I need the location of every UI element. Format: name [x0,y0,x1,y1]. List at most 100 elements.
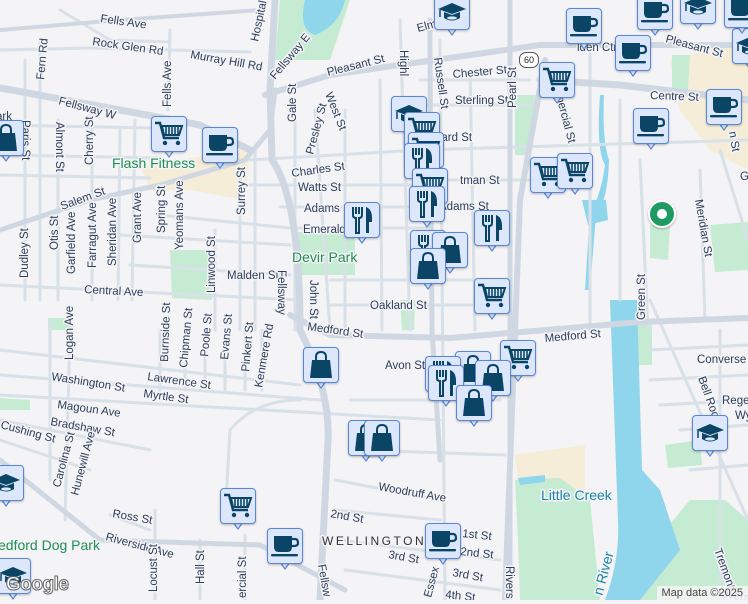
street-label: Riverside Ave [104,531,175,561]
street-label: John St [307,280,319,320]
street-label: Avon St [385,360,426,372]
coffee-marker[interactable] [637,0,673,40]
street-label: Hall St [195,549,207,584]
street-label: Gr [740,171,748,183]
fork-icon [409,186,445,222]
street-label: 2nd St [329,508,365,526]
route-60-shield: 60 [519,52,539,68]
fork-marker[interactable] [409,186,445,232]
street-label: Watts St [298,182,342,194]
cart-icon [539,62,575,98]
street-label: tman St [460,175,500,187]
coffee-icon [724,0,748,28]
street-label: Burnside St [159,301,173,362]
coffee-icon [267,528,303,564]
street-label: Spring St [156,185,168,233]
cart-icon [220,488,256,524]
street-label: Locust St [148,543,160,592]
cart-marker[interactable] [220,488,256,534]
street-label: Poole St [199,312,215,357]
fork-icon [344,202,380,238]
school-marker[interactable] [680,0,716,34]
street-label: Fellsway [275,270,287,315]
school-icon [0,465,24,501]
cart-icon [151,116,187,152]
coffee-marker[interactable] [615,35,651,81]
bag-marker[interactable] [364,420,400,466]
street-label: Fern Rd [35,38,51,80]
coffee-icon [425,523,461,559]
place-devir-park[interactable]: Devir Park [292,249,358,265]
map-attribution[interactable]: Map data ©2025 [657,586,748,600]
street-label: Oakland St [370,300,428,312]
coffee-icon [633,108,669,144]
coffee-marker[interactable] [633,108,669,154]
cart-marker[interactable] [474,278,510,324]
street-label: Logan Ave [64,306,76,360]
street-label: Converse Ave [697,354,748,366]
school-marker[interactable] [692,415,728,461]
bag-marker[interactable] [303,347,339,393]
coffee-icon [706,89,742,125]
street-label: Surrey St [236,166,248,215]
cart-marker[interactable] [151,116,187,162]
street-label: 3rd St [387,549,420,566]
street-label: Fells Ave [100,13,148,31]
street-label: Sterling St [455,95,509,107]
map-canvas[interactable]: Fells AveRock Glen RdMurray Hill RdHospi… [0,0,748,600]
street-label: Farragut Ave [87,202,99,268]
coffee-marker[interactable] [724,0,748,38]
cart-icon [557,153,593,189]
bag-icon [456,385,492,421]
cart-marker[interactable] [539,62,575,108]
fork-marker[interactable] [344,202,380,248]
school-icon [434,0,470,30]
street-label: Evans St [219,313,235,361]
street-label: Highl [397,50,409,76]
bag-icon [303,347,339,383]
cart-icon [474,278,510,314]
street-label: Grant Ave [132,192,144,243]
fork-marker[interactable] [474,210,510,256]
street-label: Almont St [53,122,65,173]
fork-icon [474,210,510,246]
street-label: Emerald [303,224,346,236]
coffee-marker[interactable] [267,528,303,574]
street-label: Pinkert St [240,321,256,373]
school-marker[interactable] [434,0,470,40]
coffee-marker[interactable] [706,89,742,135]
street-label: Linwood St [206,235,218,293]
school-icon [692,415,728,451]
place-pin[interactable] [648,200,676,228]
coffee-marker[interactable] [566,8,602,54]
coffee-marker[interactable] [425,523,461,569]
bag-marker[interactable] [0,120,24,166]
bag-marker[interactable] [410,248,446,294]
bag-icon [364,420,400,456]
street-label: Pearl St [507,66,519,108]
street-label: Fells Ave [162,61,174,107]
street-label: Malden St [227,270,280,282]
bag-marker[interactable] [456,385,492,431]
street-label: Rege [722,395,748,407]
street-label: Kenmere Rd [253,323,276,389]
school-marker[interactable] [0,465,24,511]
street-label: Otis St [49,215,61,250]
place-dog-park[interactable]: edford Dog Park [0,537,101,553]
street-label: Yeomans Ave [174,180,186,250]
street-label: Gale St [287,83,299,122]
street-label: Salem St [59,185,108,213]
street-label: 4th St [445,589,477,600]
school-icon [680,0,716,24]
street-label: Chester St [452,64,508,81]
street-label: Presley St [304,101,329,156]
coffee-marker[interactable] [202,127,238,173]
cart-marker[interactable] [557,153,593,199]
street-label: Woodruff Ave [377,481,446,505]
street-label: Russell St [431,57,450,111]
street-label: 1st St [462,528,493,543]
place-little-creek[interactable]: Little Creek [541,487,613,503]
google-logo[interactable]: Google [6,574,68,596]
coffee-icon [202,127,238,163]
neighborhood-label: WELLINGTON [322,534,426,548]
